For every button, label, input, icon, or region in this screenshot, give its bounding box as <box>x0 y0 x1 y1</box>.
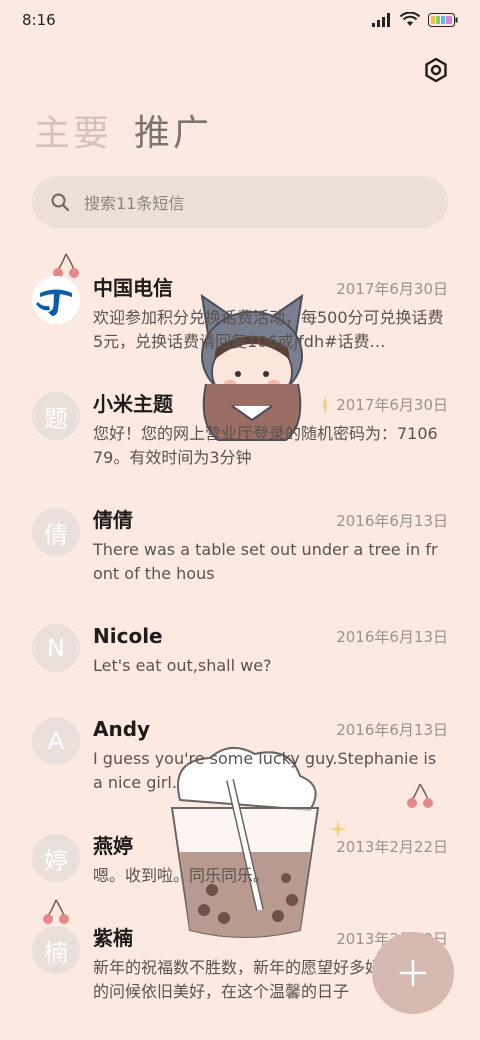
conversation-date: 2016年6月13日 <box>336 628 448 646</box>
battery-icon <box>428 12 458 27</box>
conversation-date: 2017年6月30日 <box>336 280 448 298</box>
conversation-item[interactable]: 题 小米主题 2017年6月30日 您好！您的网上营业厅登录的随机密码为：710… <box>0 390 480 490</box>
telecom-logo-icon <box>32 276 80 324</box>
conversation-preview: 欢迎参加积分兑换话费活动，每500分可兑换话费5元，兑换话费请回复106或jfd… <box>93 308 444 351</box>
conversation-date: 2016年6月13日 <box>336 721 448 739</box>
conversation-preview: There was a table set out under a tree i… <box>93 540 438 583</box>
avatar: 倩 <box>32 508 80 556</box>
plus-icon <box>399 959 427 987</box>
avatar: A <box>32 717 80 765</box>
conversation-name: 小米主题 <box>93 392 173 416</box>
search-bar[interactable]: 搜索11条短信 <box>32 176 448 228</box>
tab-primary[interactable]: 主要 <box>34 110 112 158</box>
conversation-date: 2013年2月22日 <box>336 838 448 856</box>
conversation-item[interactable]: 婷 燕婷 2013年2月22日 嗯。收到啦。同乐同乐。 <box>0 832 480 932</box>
conversation-preview: I guess you're some lucky guy.Stephanie … <box>93 749 437 792</box>
search-icon <box>51 193 70 212</box>
conversation-item[interactable]: 倩 倩倩 2016年6月13日 There was a table set ou… <box>0 506 480 606</box>
signal-icon <box>372 12 390 27</box>
conversation-date: 2016年6月13日 <box>336 512 448 530</box>
wifi-icon <box>400 12 420 26</box>
conversation-preview: 您好！您的网上营业厅登录的随机密码为：710679。有效时间为3分钟 <box>93 424 438 467</box>
conversation-item[interactable]: A Andy 2016年6月13日 I guess you're some lu… <box>0 715 480 815</box>
conversation-preview: Let's eat out,shall we? <box>93 656 272 675</box>
avatar: 婷 <box>32 834 80 882</box>
conversation-item[interactable]: 中国电信 2017年6月30日 欢迎参加积分兑换话费活动，每500分可兑换话费5… <box>0 274 480 374</box>
conversation-name: Andy <box>93 717 151 741</box>
conversation-name: Nicole <box>93 624 163 648</box>
avatar: 楠 <box>32 926 80 974</box>
avatar: 题 <box>32 392 80 440</box>
conversation-name: 中国电信 <box>93 276 173 300</box>
conversation-preview: 嗯。收到啦。同乐同乐。 <box>93 866 270 885</box>
search-placeholder: 搜索11条短信 <box>84 194 185 213</box>
conversation-name: 燕婷 <box>93 834 133 858</box>
conversation-date: 2017年6月30日 <box>336 396 448 414</box>
tab-bar: 主要 推广 <box>34 110 212 158</box>
conversation-item[interactable]: N Nicole 2016年6月13日 Let's eat out,shall … <box>0 622 480 722</box>
settings-gear-icon[interactable] <box>422 56 450 84</box>
status-time: 8:16 <box>22 11 56 29</box>
tab-promotions[interactable]: 推广 <box>134 110 212 158</box>
conversation-name: 倩倩 <box>93 508 133 532</box>
conversation-name: 紫楠 <box>93 926 133 950</box>
status-bar: 8:16 <box>0 0 480 40</box>
new-message-button[interactable] <box>372 932 454 1014</box>
avatar: N <box>32 624 80 672</box>
